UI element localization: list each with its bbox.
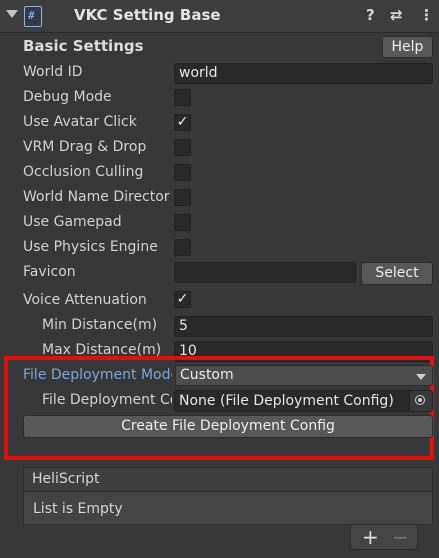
vrm-drag-drop-label: VRM Drag & Drop <box>23 139 147 155</box>
use-avatar-click-checkbox[interactable]: ✓ <box>174 114 191 131</box>
min-distance-input[interactable]: 5 <box>174 316 433 337</box>
file-deployment-config-label: File Deployment Config <box>42 392 172 408</box>
favicon-label: Favicon <box>23 264 76 280</box>
file-deployment-mode-value: Custom <box>180 367 234 383</box>
help-button[interactable]: Help <box>382 36 433 58</box>
file-deployment-config-field[interactable]: None (File Deployment Config) <box>174 390 433 412</box>
section-title: Basic Settings <box>23 37 144 55</box>
voice-attenuation-label: Voice Attenuation <box>23 292 147 308</box>
object-picker-icon[interactable] <box>409 391 432 411</box>
heliscript-list-empty: List is Empty <box>23 492 433 525</box>
min-distance-label: Min Distance(m) <box>42 317 158 333</box>
component-title: VKC Setting Base <box>74 6 221 24</box>
chevron-down-icon <box>416 374 426 380</box>
use-physics-engine-checkbox[interactable] <box>174 239 191 256</box>
more-options-icon[interactable]: ⋮ <box>419 6 434 24</box>
file-deployment-config-value: None (File Deployment Config) <box>179 393 394 409</box>
collapse-triangle-icon[interactable] <box>6 10 18 18</box>
world-name-director-label: World Name Director <box>23 189 170 205</box>
occlusion-culling-checkbox[interactable] <box>174 164 191 181</box>
use-gamepad-label: Use Gamepad <box>23 214 122 230</box>
debug-mode-label: Debug Mode <box>23 89 112 105</box>
file-deployment-mode-dropdown[interactable]: Custom <box>175 365 433 386</box>
help-icon[interactable]: ? <box>366 6 375 24</box>
world-id-label: World ID <box>23 64 83 80</box>
script-icon: # <box>24 6 42 27</box>
use-physics-engine-label: Use Physics Engine <box>23 239 158 255</box>
favicon-field[interactable] <box>174 262 356 283</box>
presets-icon[interactable]: ⇄ <box>390 6 403 24</box>
world-id-input[interactable]: world <box>174 63 433 84</box>
remove-item-button[interactable]: − <box>392 526 409 548</box>
voice-attenuation-checkbox[interactable]: ✓ <box>174 291 191 308</box>
use-avatar-click-label: Use Avatar Click <box>23 114 137 130</box>
heliscript-list-header: HeliScript <box>23 467 433 492</box>
vrm-drag-drop-checkbox[interactable] <box>174 139 191 156</box>
occlusion-culling-label: Occlusion Culling <box>23 164 144 180</box>
debug-mode-checkbox[interactable] <box>174 89 191 106</box>
select-button[interactable]: Select <box>361 262 433 285</box>
use-gamepad-checkbox[interactable] <box>174 214 191 231</box>
file-deployment-mode-label: File Deployment Mode <box>23 367 172 383</box>
add-item-button[interactable]: + <box>362 526 379 548</box>
world-name-director-checkbox[interactable] <box>174 189 191 206</box>
create-file-deployment-config-button[interactable]: Create File Deployment Config <box>23 415 433 438</box>
